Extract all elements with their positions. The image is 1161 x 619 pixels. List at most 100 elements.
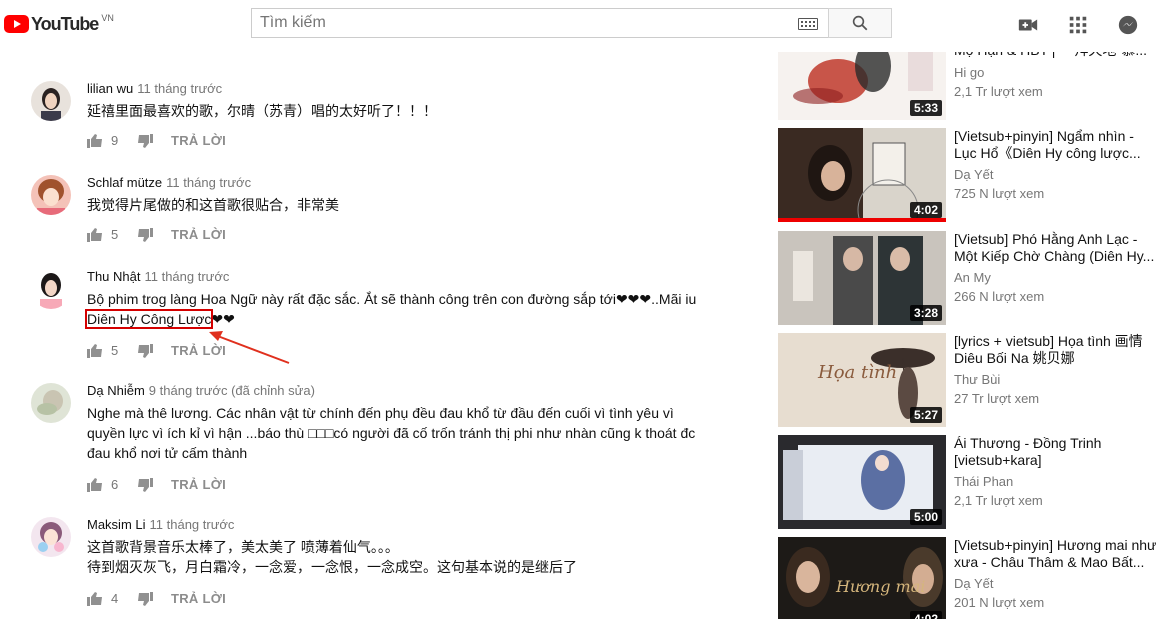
comment-text-main: Bộ phim trog làng Hoa Ngữ này rất đặc sắ… [87, 291, 697, 307]
create-video-icon[interactable] [1017, 14, 1039, 36]
logo-text: YouTube [31, 14, 99, 34]
dislike-icon[interactable] [137, 227, 153, 242]
video-duration: 5:27 [909, 407, 942, 423]
comment-actions: 4 TRẢ LỜI [87, 591, 226, 606]
comment-text: 这首歌背景音乐太棒了，美太美了 喷薄着仙气。。。 待到烟灭灰飞，月白霜冷，一念爱… [87, 537, 727, 577]
video-thumbnail[interactable]: Hương mai 4:02 [778, 537, 946, 619]
comment-text-line: 这首歌背景音乐太棒了，美太美了 喷薄着仙气。。。 [87, 539, 399, 555]
avatar[interactable] [31, 175, 71, 215]
comment: lilian wu 11 tháng trước 延禧里面最喜欢的歌，尔晴（苏青）… [0, 81, 760, 161]
channel-name[interactable]: Hi go [954, 65, 984, 80]
dislike-icon[interactable] [137, 477, 153, 492]
like-count: 4 [111, 591, 119, 606]
reply-button[interactable]: TRẢ LỜI [171, 591, 226, 606]
channel-name[interactable]: Thái Phan [954, 474, 1013, 489]
comment-header: Schlaf mütze 11 tháng trước [87, 175, 251, 190]
view-count: 2,1 Tr lượt xem [954, 493, 1043, 508]
video-title[interactable]: [Vietsub] Phó Hằng Anh Lạc - Một Kiếp Ch… [954, 231, 1159, 265]
comment-author[interactable]: Schlaf mütze [87, 175, 162, 190]
comment-time[interactable]: 11 tháng trước [150, 517, 235, 532]
apps-grid-icon[interactable] [1067, 14, 1089, 36]
related-video[interactable]: 5:00 Ái Thương - Đồng Trinh [vietsub+kar… [778, 435, 1158, 531]
search-button[interactable] [828, 8, 892, 38]
dislike-icon[interactable] [137, 591, 153, 606]
comment-text: Nghe mà thê lương. Các nhân vật từ chính… [87, 405, 696, 461]
comment-time[interactable]: 11 tháng trước [137, 81, 222, 96]
avatar[interactable] [31, 383, 71, 423]
view-count: 725 N lượt xem [954, 186, 1045, 201]
reply-button[interactable]: TRẢ LỜI [171, 477, 226, 492]
video-duration: 4:02 [909, 611, 942, 619]
comment-actions: 6 TRẢ LỜI [87, 477, 226, 492]
view-count: 27 Tr lượt xem [954, 391, 1040, 406]
search-input[interactable] [260, 14, 780, 32]
video-thumbnail[interactable]: 3:28 [778, 231, 946, 325]
search-box [251, 8, 828, 38]
comment-time[interactable]: 9 tháng trước (đã chỉnh sửa) [149, 383, 315, 398]
related-video[interactable]: Hương mai 4:02 [Vietsub+pinyin] Hương ma… [778, 537, 1158, 619]
avatar[interactable] [31, 517, 71, 557]
comment: Dạ Nhiễm 9 tháng trước (đã chỉnh sửa) Ngh… [0, 383, 760, 503]
search-icon [852, 15, 868, 31]
reply-button[interactable]: TRẢ LỜI [171, 227, 226, 242]
comment-time[interactable]: 11 tháng trước [144, 269, 229, 284]
comment-author[interactable]: Maksim Li [87, 517, 146, 532]
video-thumbnail[interactable]: 5:00 [778, 435, 946, 529]
video-thumbnail[interactable]: 4:02 [778, 128, 946, 222]
comment: Maksim Li 11 tháng trước 这首歌背景音乐太棒了，美太美了 … [0, 517, 760, 617]
country-code: VN [101, 13, 114, 23]
like-icon[interactable] [87, 477, 103, 492]
header-actions [1017, 14, 1139, 36]
view-count: 201 N lượt xem [954, 595, 1045, 610]
reply-button[interactable]: TRẢ LỜI [171, 133, 226, 148]
comment-author[interactable]: Dạ Nhiễm [87, 383, 145, 398]
keyboard-icon[interactable] [798, 18, 818, 30]
related-video[interactable]: 4:02 [Vietsub+pinyin] Ngẩm nhìn - Lục Hổ… [778, 128, 1158, 224]
channel-name[interactable]: Dạ Yết [954, 576, 994, 591]
highlighted-phrase: Diên Hy Công Lược [84, 309, 214, 329]
video-duration: 4:02 [909, 202, 942, 218]
video-duration: 5:00 [909, 509, 942, 525]
video-title[interactable]: Ái Thương - Đồng Trinh [vietsub+kara] [954, 435, 1159, 469]
video-title[interactable]: [Vietsub+pinyin] Ngẩm nhìn - Lục Hổ《Diên… [954, 128, 1159, 162]
comment: Thu Nhật 11 tháng trước Bộ phim trog làng… [0, 269, 760, 369]
like-count: 5 [111, 343, 119, 358]
view-count: 2,1 Tr lượt xem [954, 84, 1043, 99]
masthead: YouTube VN [0, 0, 1161, 52]
dislike-icon[interactable] [137, 133, 153, 148]
reply-button[interactable]: TRẢ LỜI [171, 343, 226, 358]
youtube-logo[interactable]: YouTube VN [4, 13, 114, 35]
comment-actions: 9 TRẢ LỜI [87, 133, 226, 148]
avatar[interactable] [31, 81, 71, 121]
like-icon[interactable] [87, 591, 103, 606]
related-video[interactable]: 3:28 [Vietsub] Phó Hằng Anh Lạc - Một Ki… [778, 231, 1158, 327]
annotation-arrow-icon [209, 331, 290, 364]
comment: Schlaf mütze 11 tháng trước 我觉得片尾做的和这首歌很贴… [0, 175, 760, 255]
dislike-icon[interactable] [137, 343, 153, 358]
like-count: 5 [111, 227, 119, 242]
like-icon[interactable] [87, 133, 103, 148]
video-title[interactable]: [Vietsub+pinyin] Hương mai như xưa - Châ… [954, 537, 1159, 571]
comment-header: Maksim Li 11 tháng trước [87, 517, 234, 532]
comment-text: 延禧里面最喜欢的歌，尔晴（苏青）唱的太好听了！！！ [87, 103, 437, 119]
like-icon[interactable] [87, 343, 103, 358]
channel-name[interactable]: An My [954, 270, 991, 285]
watch-progress-bar [778, 218, 946, 222]
video-title[interactable]: [lyrics + vietsub] Họa tình 画情 Diêu Bối … [954, 333, 1159, 367]
comment-text: 我觉得片尾做的和这首歌很贴合，非常美 [87, 197, 339, 213]
channel-name[interactable]: Dạ Yết [954, 167, 994, 182]
avatar[interactable] [31, 269, 71, 309]
comment-time[interactable]: 11 tháng trước [166, 175, 251, 190]
comment-header: Dạ Nhiễm 9 tháng trước (đã chỉnh sửa) [87, 383, 315, 398]
comment-text-line: 待到烟灭灰飞，月白霜冷，一念爱，一念恨，一念成空。这句基本说的是继后了 [87, 559, 577, 575]
video-thumbnail[interactable]: Họa tình 5:27 [778, 333, 946, 427]
like-icon[interactable] [87, 227, 103, 242]
channel-name[interactable]: Thư Bùi [954, 372, 1000, 387]
comment-author[interactable]: lilian wu [87, 81, 133, 96]
play-logo-icon [4, 15, 29, 33]
svg-text:Họa tình: Họa tình [817, 362, 897, 383]
comment-author[interactable]: Thu Nhật [87, 269, 140, 284]
messages-icon[interactable] [1117, 14, 1139, 36]
related-video[interactable]: Họa tình 5:27 [lyrics + vietsub] Họa tìn… [778, 333, 1158, 429]
video-duration: 5:33 [909, 100, 942, 116]
